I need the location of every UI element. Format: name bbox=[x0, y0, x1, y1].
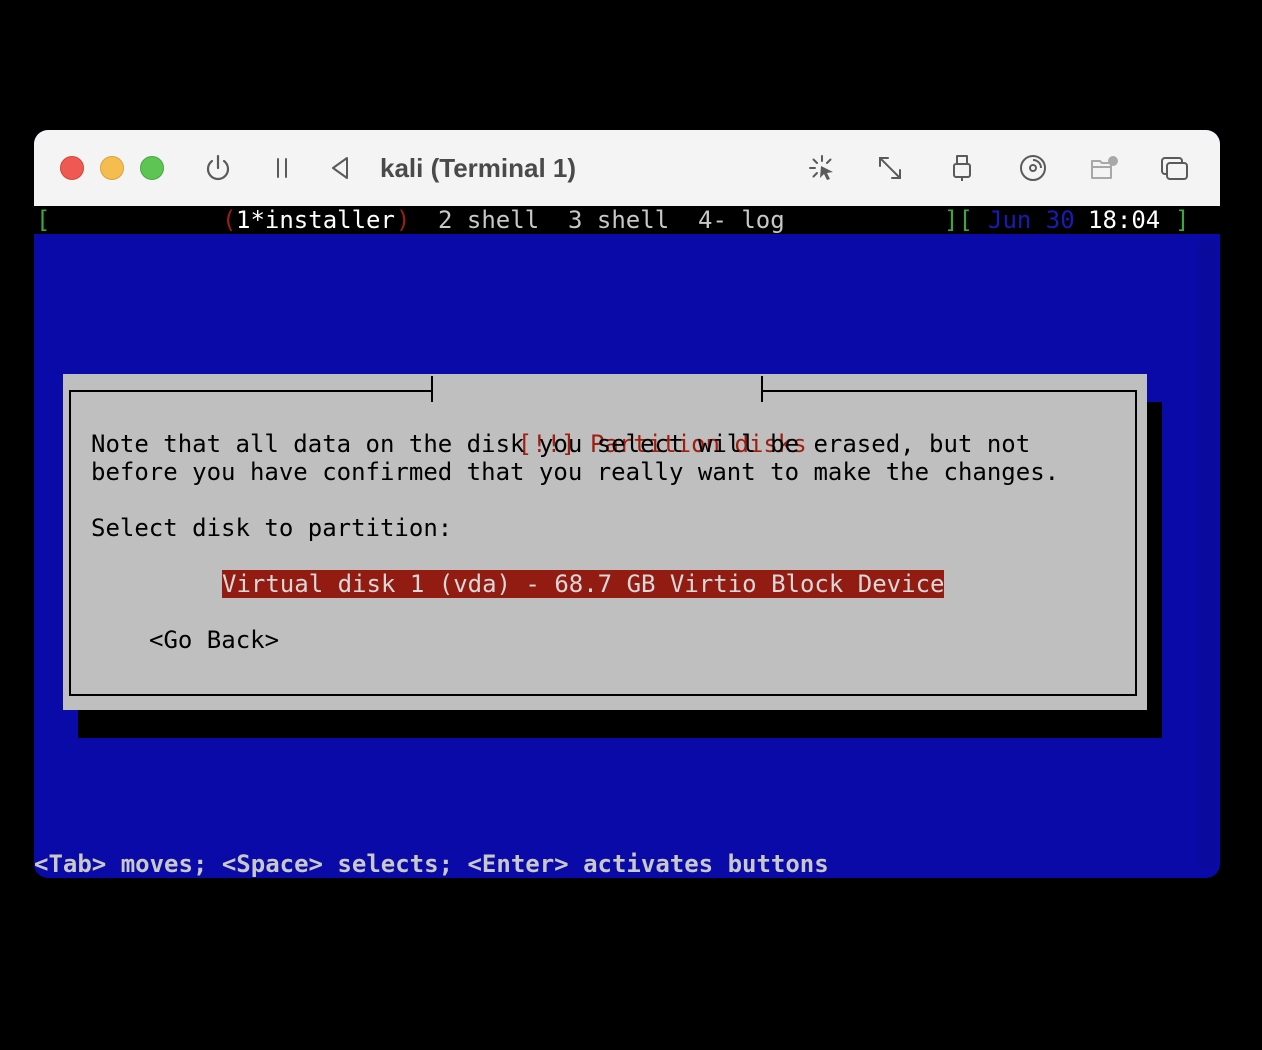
status-end-bracket: ] bbox=[1175, 206, 1190, 234]
power-icon bbox=[206, 154, 230, 181]
resize-button[interactable] bbox=[872, 150, 908, 186]
power-button[interactable] bbox=[200, 150, 236, 186]
status-left-bracket: [ bbox=[36, 206, 51, 234]
shared-folder-icon bbox=[1091, 156, 1118, 179]
usb-icon bbox=[953, 155, 971, 181]
pause-button[interactable] bbox=[264, 150, 300, 186]
capture-cursor-icon bbox=[809, 155, 833, 180]
status-right-brackets: ][ bbox=[944, 206, 973, 234]
disc-button[interactable] bbox=[1015, 150, 1051, 186]
zoom-window-button[interactable] bbox=[140, 156, 164, 180]
status-time: 18:04 bbox=[1088, 206, 1161, 234]
dialog-note-line-1: Note that all data on the disk you selec… bbox=[91, 430, 1031, 458]
partition-dialog: [!!] Partition disks Note that all data … bbox=[63, 374, 1147, 710]
tab-shell-2[interactable]: 2 shell bbox=[438, 206, 539, 234]
capture-cursor-button[interactable] bbox=[804, 150, 840, 186]
windows-icon bbox=[1161, 157, 1188, 180]
pause-icon bbox=[277, 158, 287, 178]
back-button[interactable] bbox=[322, 150, 358, 186]
dialog-prompt: Select disk to partition: bbox=[91, 514, 453, 542]
status-date: Jun 30 bbox=[988, 206, 1075, 234]
close-window-button[interactable] bbox=[60, 156, 84, 180]
shared-folder-button[interactable] bbox=[1086, 150, 1122, 186]
title-left-bar bbox=[431, 376, 433, 402]
help-line: <Tab> moves; <Space> selects; <Enter> ac… bbox=[34, 850, 829, 878]
disk-option-vda[interactable]: Virtual disk 1 (vda) - 68.7 GB Virtio Bl… bbox=[222, 570, 945, 598]
usb-button[interactable] bbox=[944, 150, 980, 186]
terminal-scrollbar[interactable] bbox=[1198, 238, 1216, 870]
dialog-note-line-2: before you have confirmed that you reall… bbox=[91, 458, 1060, 486]
back-triangle-icon bbox=[332, 157, 348, 179]
screen-status-bar: [ ( 1*installer ) 2 shell 3 shell 4- log… bbox=[34, 206, 1220, 234]
dialog-title-box: [!!] Partition disks bbox=[431, 374, 807, 458]
tab-log[interactable]: 4- log bbox=[698, 206, 785, 234]
go-back-button[interactable]: <Go Back> bbox=[149, 626, 279, 654]
vm-window: kali (Terminal 1) [(1*installer) 2 sh… bbox=[34, 130, 1220, 878]
resize-icon bbox=[879, 157, 901, 179]
minimize-window-button[interactable] bbox=[100, 156, 124, 180]
window-title: kali (Terminal 1) bbox=[380, 153, 577, 183]
tab1-close-paren: ) bbox=[396, 206, 411, 234]
title-bar: kali (Terminal 1) bbox=[34, 130, 1220, 207]
windows-button[interactable] bbox=[1156, 150, 1192, 186]
title-right-bar bbox=[761, 376, 763, 402]
tab-shell-3[interactable]: 3 shell bbox=[568, 206, 669, 234]
tab1-open-paren: ( bbox=[222, 206, 237, 234]
disc-icon bbox=[1020, 155, 1046, 181]
tab-installer[interactable]: 1*installer bbox=[236, 206, 395, 234]
